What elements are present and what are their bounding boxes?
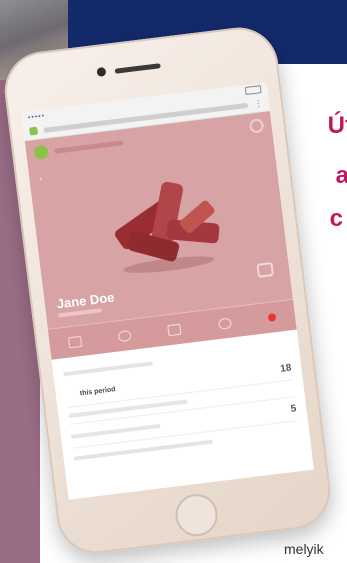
camera-icon[interactable] <box>256 262 275 278</box>
list-item-value: 5 <box>290 403 298 415</box>
phone-screen: ••••• ⋮ ‹ Jane Doe this period 18 5 <box>21 82 314 500</box>
signal-icon: ••••• <box>27 112 46 122</box>
back-icon[interactable]: ‹ <box>39 173 43 183</box>
side-heading-line-1: Úf <box>327 112 347 139</box>
more-icon[interactable]: ⋮ <box>253 98 263 110</box>
footer-text: melyik <box>284 541 324 557</box>
list-item-value: 18 <box>279 362 293 375</box>
notification-dot-icon[interactable] <box>267 312 277 322</box>
settings-icon[interactable] <box>248 118 265 134</box>
profile-hero: ‹ Jane Doe <box>24 111 297 360</box>
battery-icon <box>244 85 262 96</box>
brand-logo-icon <box>33 144 50 161</box>
message-icon[interactable] <box>167 323 182 336</box>
front-camera <box>96 66 107 77</box>
phone-mockup: ••••• ⋮ ‹ Jane Doe this period 18 5 <box>0 23 335 558</box>
chat-icon[interactable] <box>117 329 132 342</box>
home-button[interactable] <box>173 491 220 539</box>
phone-icon[interactable] <box>217 317 232 330</box>
brand-name <box>53 139 124 154</box>
favicon-icon <box>29 126 39 136</box>
home-icon[interactable] <box>67 335 82 348</box>
placeholder-line <box>70 423 161 439</box>
lipstick-image <box>115 181 220 273</box>
list-item-label: this period <box>79 386 116 398</box>
side-heading-line-3: c <box>329 205 343 232</box>
profile-name: Jane Doe <box>55 289 116 312</box>
earpiece-speaker <box>114 63 161 74</box>
side-heading-line-2: a <box>335 162 347 189</box>
